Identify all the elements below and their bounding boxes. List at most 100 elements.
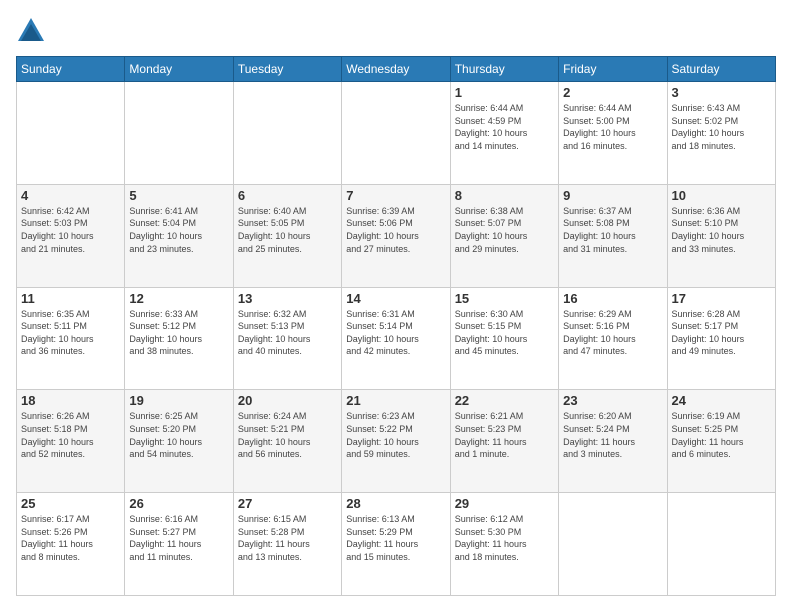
day-number: 15	[455, 291, 554, 306]
day-number: 11	[21, 291, 120, 306]
day-number: 29	[455, 496, 554, 511]
calendar-cell: 5 Sunrise: 6:41 AM Sunset: 5:04 PM Daylig…	[125, 184, 233, 287]
day-number: 21	[346, 393, 445, 408]
day-info: Sunrise: 6:39 AM Sunset: 5:06 PM Dayligh…	[346, 205, 445, 255]
calendar-cell: 15 Sunrise: 6:30 AM Sunset: 5:15 PM Dayli…	[450, 287, 558, 390]
calendar-cell: 4 Sunrise: 6:42 AM Sunset: 5:03 PM Daylig…	[17, 184, 125, 287]
calendar-cell: 21 Sunrise: 6:23 AM Sunset: 5:22 PM Dayli…	[342, 390, 450, 493]
day-number: 4	[21, 188, 120, 203]
calendar-cell	[125, 82, 233, 185]
day-info: Sunrise: 6:28 AM Sunset: 5:17 PM Dayligh…	[672, 308, 771, 358]
day-number: 2	[563, 85, 662, 100]
day-info: Sunrise: 6:12 AM Sunset: 5:30 PM Dayligh…	[455, 513, 554, 563]
calendar-cell: 1 Sunrise: 6:44 AM Sunset: 4:59 PM Daylig…	[450, 82, 558, 185]
day-info: Sunrise: 6:43 AM Sunset: 5:02 PM Dayligh…	[672, 102, 771, 152]
calendar-cell: 12 Sunrise: 6:33 AM Sunset: 5:12 PM Dayli…	[125, 287, 233, 390]
day-info: Sunrise: 6:29 AM Sunset: 5:16 PM Dayligh…	[563, 308, 662, 358]
calendar-cell: 28 Sunrise: 6:13 AM Sunset: 5:29 PM Dayli…	[342, 493, 450, 596]
calendar-cell: 20 Sunrise: 6:24 AM Sunset: 5:21 PM Dayli…	[233, 390, 341, 493]
day-number: 12	[129, 291, 228, 306]
calendar-cell: 22 Sunrise: 6:21 AM Sunset: 5:23 PM Dayli…	[450, 390, 558, 493]
day-number: 13	[238, 291, 337, 306]
day-number: 6	[238, 188, 337, 203]
day-info: Sunrise: 6:20 AM Sunset: 5:24 PM Dayligh…	[563, 410, 662, 460]
calendar-cell: 26 Sunrise: 6:16 AM Sunset: 5:27 PM Dayli…	[125, 493, 233, 596]
calendar-cell	[233, 82, 341, 185]
day-number: 24	[672, 393, 771, 408]
day-number: 26	[129, 496, 228, 511]
day-info: Sunrise: 6:13 AM Sunset: 5:29 PM Dayligh…	[346, 513, 445, 563]
day-number: 17	[672, 291, 771, 306]
day-number: 22	[455, 393, 554, 408]
day-info: Sunrise: 6:21 AM Sunset: 5:23 PM Dayligh…	[455, 410, 554, 460]
day-number: 25	[21, 496, 120, 511]
day-number: 28	[346, 496, 445, 511]
calendar-cell: 16 Sunrise: 6:29 AM Sunset: 5:16 PM Dayli…	[559, 287, 667, 390]
calendar-cell: 17 Sunrise: 6:28 AM Sunset: 5:17 PM Dayli…	[667, 287, 775, 390]
day-info: Sunrise: 6:16 AM Sunset: 5:27 PM Dayligh…	[129, 513, 228, 563]
day-info: Sunrise: 6:44 AM Sunset: 4:59 PM Dayligh…	[455, 102, 554, 152]
day-number: 1	[455, 85, 554, 100]
day-number: 18	[21, 393, 120, 408]
day-info: Sunrise: 6:40 AM Sunset: 5:05 PM Dayligh…	[238, 205, 337, 255]
calendar-cell: 29 Sunrise: 6:12 AM Sunset: 5:30 PM Dayli…	[450, 493, 558, 596]
calendar-table: SundayMondayTuesdayWednesdayThursdayFrid…	[16, 56, 776, 596]
day-info: Sunrise: 6:42 AM Sunset: 5:03 PM Dayligh…	[21, 205, 120, 255]
day-number: 20	[238, 393, 337, 408]
calendar-cell: 23Sunrise: 6:20 AM Sunset: 5:24 PM Dayli…	[559, 390, 667, 493]
calendar-cell	[342, 82, 450, 185]
calendar-cell: 2 Sunrise: 6:44 AM Sunset: 5:00 PM Daylig…	[559, 82, 667, 185]
day-number: 5	[129, 188, 228, 203]
logo	[16, 16, 50, 46]
day-number: 3	[672, 85, 771, 100]
calendar-cell: 24 Sunrise: 6:19 AM Sunset: 5:25 PM Dayli…	[667, 390, 775, 493]
day-number: 16	[563, 291, 662, 306]
calendar-cell: 9Sunrise: 6:37 AM Sunset: 5:08 PM Daylig…	[559, 184, 667, 287]
calendar-cell: 10 Sunrise: 6:36 AM Sunset: 5:10 PM Dayli…	[667, 184, 775, 287]
calendar-cell: 3 Sunrise: 6:43 AM Sunset: 5:02 PM Daylig…	[667, 82, 775, 185]
day-number: 27	[238, 496, 337, 511]
day-info: Sunrise: 6:15 AM Sunset: 5:28 PM Dayligh…	[238, 513, 337, 563]
day-info: Sunrise: 6:26 AM Sunset: 5:18 PM Dayligh…	[21, 410, 120, 460]
page: SundayMondayTuesdayWednesdayThursdayFrid…	[0, 0, 792, 612]
day-info: Sunrise: 6:25 AM Sunset: 5:20 PM Dayligh…	[129, 410, 228, 460]
weekday-header-friday: Friday	[559, 57, 667, 82]
weekday-header-wednesday: Wednesday	[342, 57, 450, 82]
day-info: Sunrise: 6:38 AM Sunset: 5:07 PM Dayligh…	[455, 205, 554, 255]
calendar-cell: 8 Sunrise: 6:38 AM Sunset: 5:07 PM Daylig…	[450, 184, 558, 287]
day-number: 9	[563, 188, 662, 203]
calendar-cell: 14 Sunrise: 6:31 AM Sunset: 5:14 PM Dayli…	[342, 287, 450, 390]
calendar-cell: 27 Sunrise: 6:15 AM Sunset: 5:28 PM Dayli…	[233, 493, 341, 596]
weekday-header-monday: Monday	[125, 57, 233, 82]
day-number: 8	[455, 188, 554, 203]
day-info: Sunrise: 6:23 AM Sunset: 5:22 PM Dayligh…	[346, 410, 445, 460]
day-info: Sunrise: 6:32 AM Sunset: 5:13 PM Dayligh…	[238, 308, 337, 358]
calendar-cell	[17, 82, 125, 185]
day-info: Sunrise: 6:19 AM Sunset: 5:25 PM Dayligh…	[672, 410, 771, 460]
day-number: 19	[129, 393, 228, 408]
logo-icon	[16, 16, 46, 46]
calendar-cell: 7 Sunrise: 6:39 AM Sunset: 5:06 PM Daylig…	[342, 184, 450, 287]
day-info: Sunrise: 6:35 AM Sunset: 5:11 PM Dayligh…	[21, 308, 120, 358]
day-info: Sunrise: 6:30 AM Sunset: 5:15 PM Dayligh…	[455, 308, 554, 358]
calendar-cell	[667, 493, 775, 596]
day-info: Sunrise: 6:44 AM Sunset: 5:00 PM Dayligh…	[563, 102, 662, 152]
day-info: Sunrise: 6:17 AM Sunset: 5:26 PM Dayligh…	[21, 513, 120, 563]
calendar-cell: 13 Sunrise: 6:32 AM Sunset: 5:13 PM Dayli…	[233, 287, 341, 390]
weekday-header-saturday: Saturday	[667, 57, 775, 82]
calendar-cell: 19 Sunrise: 6:25 AM Sunset: 5:20 PM Dayli…	[125, 390, 233, 493]
day-info: Sunrise: 6:31 AM Sunset: 5:14 PM Dayligh…	[346, 308, 445, 358]
weekday-header-tuesday: Tuesday	[233, 57, 341, 82]
day-info: Sunrise: 6:33 AM Sunset: 5:12 PM Dayligh…	[129, 308, 228, 358]
day-number: 10	[672, 188, 771, 203]
day-number: 7	[346, 188, 445, 203]
weekday-header-sunday: Sunday	[17, 57, 125, 82]
weekday-header-thursday: Thursday	[450, 57, 558, 82]
calendar-cell: 11 Sunrise: 6:35 AM Sunset: 5:11 PM Dayli…	[17, 287, 125, 390]
day-info: Sunrise: 6:41 AM Sunset: 5:04 PM Dayligh…	[129, 205, 228, 255]
day-info: Sunrise: 6:36 AM Sunset: 5:10 PM Dayligh…	[672, 205, 771, 255]
calendar-cell	[559, 493, 667, 596]
calendar-cell: 18 Sunrise: 6:26 AM Sunset: 5:18 PM Dayli…	[17, 390, 125, 493]
day-info: Sunrise: 6:24 AM Sunset: 5:21 PM Dayligh…	[238, 410, 337, 460]
day-number: 14	[346, 291, 445, 306]
